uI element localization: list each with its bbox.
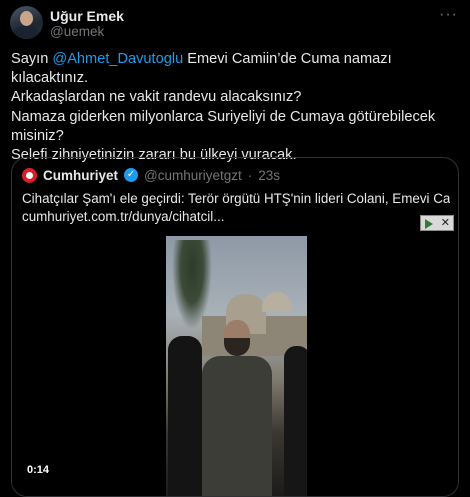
video-frame[interactable] xyxy=(166,236,307,496)
quoted-tweet-header: Cumhuriyet ✓ @cumhuriyetgzt · 23s xyxy=(22,166,280,184)
avatar-face xyxy=(20,11,33,26)
quoted-author-name[interactable]: Cumhuriyet xyxy=(43,168,118,183)
video-person-beard xyxy=(224,338,250,356)
tweet-line-1-prefix: Sayın xyxy=(11,51,53,67)
video-person-torso xyxy=(202,356,272,496)
verified-badge-icon: ✓ xyxy=(124,168,139,182)
author-name[interactable]: Uğur Emek xyxy=(50,8,124,24)
cumhuriyet-logo-icon[interactable] xyxy=(22,167,37,183)
tweet-line-2: Arkadaşlardan ne vakit randevu alacaksın… xyxy=(11,89,302,106)
quoted-author-handle[interactable]: @cumhuriyetgzt xyxy=(144,168,242,183)
tweet-text: Sayın @Ahmet_Davutoglu Emevi Camiin’de C… xyxy=(11,50,461,165)
video-dome xyxy=(262,292,292,312)
quoted-text: Cihatçılar Şam'ı ele geçirdi: Terör örgü… xyxy=(22,190,450,226)
ad-choices-icon[interactable]: ✕ xyxy=(420,215,454,231)
close-icon[interactable]: ✕ xyxy=(441,216,450,230)
more-options-icon[interactable]: ··· xyxy=(439,6,458,24)
video-guard-right xyxy=(284,346,307,496)
tweet-line-1: Sayın @Ahmet_Davutoglu Emevi Camiin’de C… xyxy=(11,50,461,88)
play-triangle-icon xyxy=(425,219,433,229)
avatar-body xyxy=(13,26,40,39)
quoted-time[interactable]: 23s xyxy=(258,168,280,183)
video-guard-left xyxy=(168,336,202,496)
quoted-tweet-card[interactable]: Cumhuriyet ✓ @cumhuriyetgzt · 23s Cihatç… xyxy=(11,157,459,497)
author-avatar[interactable] xyxy=(10,6,43,39)
tweet-line-3: Namaza giderken milyonlarca Suriyeliyi d… xyxy=(11,108,436,144)
mention-link[interactable]: @Ahmet_Davutoglu xyxy=(52,51,183,67)
video-player[interactable]: 0:14 xyxy=(12,236,458,496)
separator-dot: · xyxy=(247,167,253,183)
video-person xyxy=(202,320,272,496)
author-handle[interactable]: @uemek xyxy=(50,24,104,39)
video-timestamp: 0:14 xyxy=(27,464,50,476)
quoted-text-line-1: Cihatçılar Şam'ı ele geçirdi: Terör örgü… xyxy=(22,191,450,206)
quoted-link[interactable]: cumhuriyet.com.tr/dunya/cihatcil... xyxy=(22,208,450,226)
